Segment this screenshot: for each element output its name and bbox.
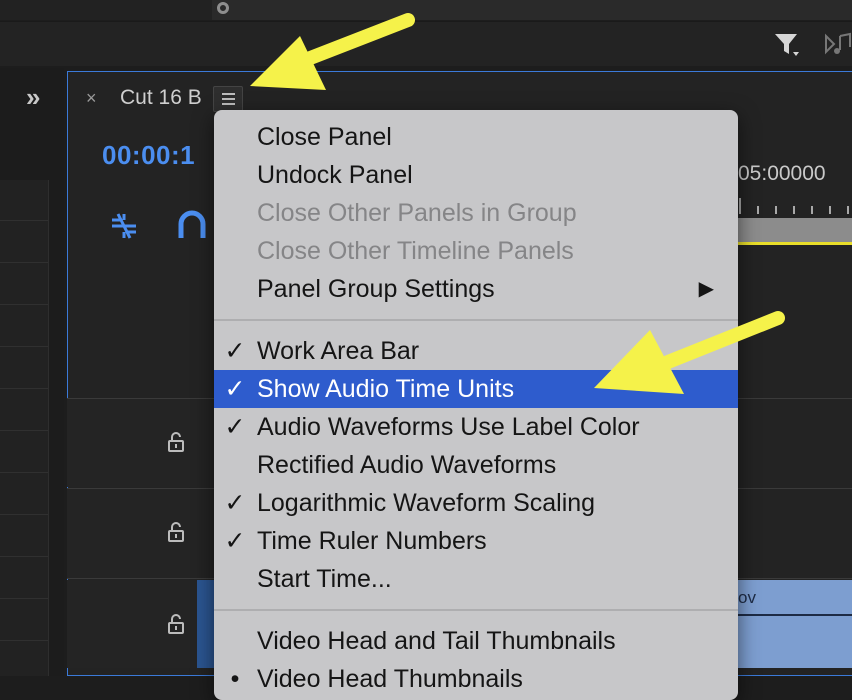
lock-icon[interactable]	[167, 522, 185, 542]
list-divider	[0, 220, 48, 221]
menu-item-label: Video Head and Tail Thumbnails	[257, 627, 616, 655]
clip-label: ov	[738, 588, 756, 607]
list-divider	[0, 472, 48, 473]
checkmark-icon: ✓	[224, 527, 246, 555]
work-area-indicator	[738, 242, 852, 245]
menu-item-label: Start Time...	[257, 565, 392, 593]
menu-item-label: Panel Group Settings	[257, 275, 495, 303]
checkmark-icon: ✓	[224, 489, 246, 517]
menu-item-label: Rectified Audio Waveforms	[257, 451, 557, 479]
menu-item-label: Close Other Timeline Panels	[257, 237, 574, 265]
checkmark-icon: ✓	[224, 375, 246, 403]
submenu-arrow-icon: ▶	[698, 278, 714, 300]
list-divider	[0, 346, 48, 347]
menu-item-close-other-panels-in-group: Close Other Panels in Group	[214, 194, 738, 232]
checkmark-icon: ✓	[224, 413, 246, 441]
menu-item-label: Show Audio Time Units	[257, 375, 515, 403]
menu-item-rectified-audio-waveforms[interactable]: Rectified Audio Waveforms	[214, 446, 738, 484]
menu-item-label: Undock Panel	[257, 161, 413, 189]
list-divider	[0, 430, 48, 431]
menu-separator	[214, 319, 738, 321]
hamburger-menu-icon	[222, 93, 235, 95]
work-area-bar[interactable]	[738, 218, 852, 242]
time-ruler-label: 05:00000	[738, 162, 826, 185]
menu-item-start-time[interactable]: Start Time...	[214, 560, 738, 598]
menu-item-label: Audio Waveforms Use Label Color	[257, 413, 640, 441]
audio-icon[interactable]	[824, 30, 852, 58]
menu-item-label: Close Panel	[257, 123, 392, 151]
list-divider	[0, 640, 48, 641]
playhead-timecode[interactable]: 00:00:1	[102, 140, 195, 171]
menu-item-label: Close Other Panels in Group	[257, 199, 577, 227]
time-ruler-ticks[interactable]	[738, 198, 852, 214]
menu-item-label: Time Ruler Numbers	[257, 527, 487, 555]
list-divider	[0, 556, 48, 557]
menu-item-panel-group-settings[interactable]: Panel Group Settings ▶	[214, 270, 738, 308]
list-divider	[0, 598, 48, 599]
menu-item-label: Video Head Thumbnails	[257, 665, 523, 693]
menu-item-label: Logarithmic Waveform Scaling	[257, 489, 596, 517]
magnet-icon[interactable]	[176, 210, 208, 242]
menu-item-close-panel[interactable]: Close Panel	[214, 118, 738, 156]
bullet-icon: •	[230, 665, 240, 693]
clip-divider	[738, 614, 852, 616]
filter-icon[interactable]	[773, 30, 801, 58]
menu-item-video-head-and-tail-thumbnails[interactable]: Video Head and Tail Thumbnails	[214, 622, 738, 660]
menu-item-close-other-timeline-panels: Close Other Timeline Panels	[214, 232, 738, 270]
list-divider	[0, 304, 48, 305]
list-divider	[0, 388, 48, 389]
menu-separator	[214, 609, 738, 611]
checkmark-icon: ✓	[224, 337, 246, 365]
scrub-bar[interactable]	[212, 0, 852, 20]
menu-item-show-audio-time-units[interactable]: ✓ Show Audio Time Units	[214, 370, 738, 408]
list-divider	[0, 262, 48, 263]
menu-item-undock-panel[interactable]: Undock Panel	[214, 156, 738, 194]
hamburger-menu-icon	[222, 98, 235, 100]
menu-item-logarithmic-waveform-scaling[interactable]: ✓ Logarithmic Waveform Scaling	[214, 484, 738, 522]
lock-icon[interactable]	[167, 614, 185, 634]
list-divider	[0, 514, 48, 515]
expand-panels-icon[interactable]: »	[26, 84, 52, 110]
hamburger-menu-icon	[222, 103, 235, 105]
lock-icon[interactable]	[167, 432, 185, 452]
menu-item-audio-waveforms-use-label-color[interactable]: ✓ Audio Waveforms Use Label Color	[214, 408, 738, 446]
panel-menu-button[interactable]	[213, 86, 243, 112]
panel-context-menu: Close Panel Undock Panel Close Other Pan…	[214, 110, 738, 700]
toolbar-row	[0, 21, 852, 66]
menu-item-work-area-bar[interactable]: ✓ Work Area Bar	[214, 332, 738, 370]
menu-item-time-ruler-numbers[interactable]: ✓ Time Ruler Numbers	[214, 522, 738, 560]
menu-item-label: Work Area Bar	[257, 337, 420, 365]
menu-item-video-head-thumbnails[interactable]: • Video Head Thumbnails	[214, 660, 738, 698]
tab-close-button[interactable]: ×	[86, 88, 97, 109]
tab-title[interactable]: Cut 16 B	[120, 86, 202, 110]
scrub-knob[interactable]	[217, 2, 229, 14]
left-list	[0, 180, 49, 676]
snap-icon[interactable]	[108, 210, 140, 242]
